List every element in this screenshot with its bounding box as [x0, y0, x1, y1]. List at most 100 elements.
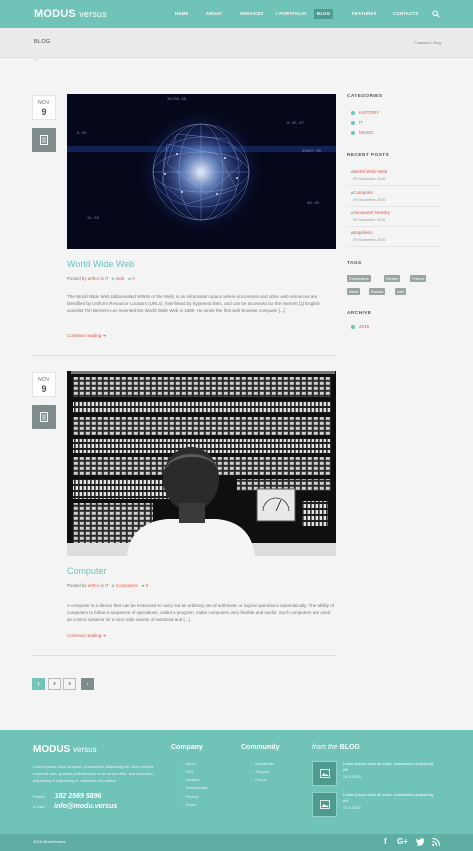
- footer-link-newsletter[interactable]: Newsletter: [251, 761, 274, 766]
- footer-link-terms[interactable]: Terms: [181, 802, 196, 807]
- recent-divider: [347, 185, 440, 186]
- recent-post[interactable]: Computer 09 November 2016: [353, 190, 385, 202]
- vintage-computer-image: [67, 371, 336, 556]
- from-the-blog-heading: from the BLOG: [312, 744, 360, 751]
- facebook-icon[interactable]: f: [384, 837, 387, 846]
- page-3-button[interactable]: 3: [63, 678, 76, 690]
- post-format-button[interactable]: [32, 128, 56, 152]
- post-comments-count[interactable]: 0: [132, 276, 134, 281]
- svg-text:30.25: 30.25: [307, 202, 320, 206]
- arrow-right-icon: ➜: [102, 633, 107, 638]
- post-category-link[interactable]: IT: [105, 583, 109, 588]
- document-icon: [40, 135, 48, 145]
- post-image-globe[interactable]: 36730.36 0.25.37 25057.55 0.35 41.55 30.…: [67, 94, 336, 249]
- nav-contacts[interactable]: CONTACTS: [393, 9, 418, 19]
- post-excerpt: A computer is a device that can be instr…: [67, 603, 334, 622]
- bullet-icon: [351, 130, 355, 135]
- nav-services[interactable]: SERVICES: [240, 9, 264, 19]
- footer-link-testimonials[interactable]: Testimonials: [181, 785, 207, 790]
- archive-heading: ARCHIVE: [347, 311, 372, 316]
- category-music[interactable]: MUSIC: [351, 130, 374, 135]
- archive-2016[interactable]: 2016: [351, 324, 369, 329]
- footer-link-faq[interactable]: FAQ: [181, 769, 193, 774]
- rss-icon[interactable]: [432, 838, 440, 846]
- tags-heading: TAGS: [347, 261, 362, 266]
- footer-link-careers[interactable]: Careers: [181, 777, 199, 782]
- page-2-button[interactable]: 2: [48, 678, 61, 690]
- breadcrumb[interactable]: Главная / Blog: [414, 40, 441, 45]
- tag-france[interactable]: France: [410, 275, 427, 282]
- footer-blog-post[interactable]: Lorem ipsum dolor sit amet, consectetur …: [343, 761, 438, 780]
- recent-post[interactable]: Alexander Nevsky 09 November 2016: [353, 210, 390, 222]
- tag-electro[interactable]: Electro: [384, 275, 401, 282]
- tag-russia[interactable]: Russia: [369, 288, 386, 295]
- post-divider: [32, 655, 336, 656]
- main-nav: HOME ABOUT SERVICES + PORTFOLIO BLOG FEA…: [0, 9, 473, 19]
- site-footer: MODUS versus Lorem ipsum dolor sit amet,…: [0, 730, 473, 834]
- nav-portfolio[interactable]: + PORTFOLIO: [275, 9, 306, 19]
- footer-blog-post[interactable]: Lorem ipsum dolor sit amet, consectetur …: [343, 792, 438, 811]
- footer-link-privacy[interactable]: Privacy: [181, 794, 198, 799]
- page-title-bar: BLOG Главная / Blog: [0, 28, 473, 58]
- recent-post[interactable]: World Wide Web 09 November 2016: [353, 169, 387, 181]
- svg-text:36730.36: 36730.36: [167, 98, 187, 102]
- bullet-icon: [351, 324, 355, 329]
- post-author-link[interactable]: arthur: [88, 583, 99, 588]
- nav-about[interactable]: ABOUT: [206, 9, 222, 19]
- footer-email[interactable]: e-mail: info@modu.versus: [33, 803, 117, 810]
- svg-text:0.35: 0.35: [77, 132, 87, 136]
- title-notch: [32, 58, 40, 62]
- search-icon[interactable]: [432, 10, 440, 18]
- post-tag-link[interactable]: Computers: [116, 583, 137, 588]
- post-title[interactable]: Computer: [67, 566, 107, 576]
- post-tag-link[interactable]: web: [116, 276, 124, 281]
- recent-divider: [347, 246, 440, 247]
- category-it[interactable]: IT: [351, 120, 363, 125]
- bullet-icon: [351, 110, 355, 115]
- post-author-link[interactable]: arthur: [88, 276, 99, 281]
- google-plus-icon[interactable]: G+: [397, 837, 408, 846]
- post-comments-count[interactable]: 0: [146, 583, 148, 588]
- post-date: NOV 9: [32, 372, 56, 397]
- footer-bottom-bar: 2016 ModuVersus f G+: [0, 834, 473, 851]
- footer-logo[interactable]: MODUS versus: [33, 744, 97, 755]
- footer-phone: Phone: 182 2569 5896: [33, 793, 102, 800]
- footer-link-about[interactable]: About: [181, 761, 195, 766]
- comment-icon: ▰: [141, 583, 145, 588]
- footer-link-forum[interactable]: Forum: [251, 777, 267, 782]
- category-history[interactable]: HISTORY: [351, 110, 379, 115]
- categories-heading: CATEGORIES: [347, 94, 383, 99]
- post-month: NOV: [38, 377, 50, 383]
- post-image-computer[interactable]: [67, 371, 336, 556]
- post-day: 9: [41, 384, 47, 394]
- tag-icon: ◈: [111, 276, 115, 281]
- tag-neck[interactable]: Neck: [347, 288, 361, 295]
- blog-thumbnail[interactable]: [312, 761, 337, 786]
- page-title: BLOG: [34, 39, 51, 45]
- next-page-button[interactable]: ›: [81, 678, 94, 690]
- footer-link-support[interactable]: Support: [251, 769, 269, 774]
- page-1-button[interactable]: 1: [32, 678, 45, 690]
- continue-reading-link[interactable]: Continue reading ➜: [67, 633, 106, 639]
- nav-features[interactable]: FEATURES: [352, 9, 377, 19]
- nav-blog[interactable]: BLOG: [314, 9, 334, 19]
- post-format-button[interactable]: [32, 405, 56, 429]
- post-category-link[interactable]: IT: [105, 276, 109, 281]
- tag-computers[interactable]: Computers: [347, 275, 371, 282]
- image-icon: [320, 769, 330, 778]
- continue-reading-link[interactable]: Continue reading ➜: [67, 333, 106, 339]
- comment-icon: ▰: [127, 276, 132, 281]
- blog-thumbnail[interactable]: [312, 792, 337, 817]
- post-meta: Posted by arthur in IT ◈ Computers ▰ 0: [67, 583, 149, 588]
- post-title[interactable]: World Wide Web: [67, 259, 134, 269]
- recent-post[interactable]: Napoleon 09 November 2016: [353, 230, 385, 242]
- tag-web[interactable]: web: [395, 288, 407, 295]
- recent-divider: [347, 206, 440, 207]
- nav-home[interactable]: HOME: [175, 9, 189, 19]
- image-icon: [320, 800, 330, 809]
- post-divider: [32, 355, 336, 356]
- svg-text:41.55: 41.55: [87, 217, 100, 221]
- community-heading: Community: [241, 744, 280, 751]
- post-day: 9: [41, 107, 47, 117]
- twitter-icon[interactable]: [416, 838, 425, 846]
